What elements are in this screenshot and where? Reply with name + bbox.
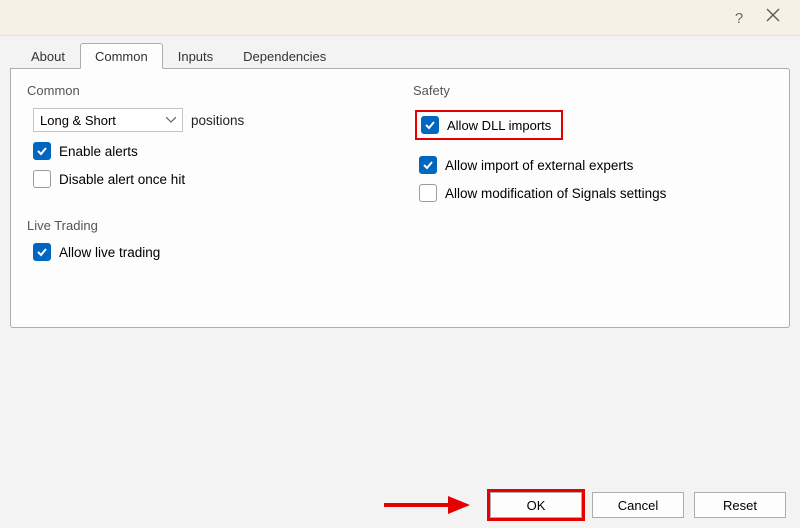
tab-bar: About Common Inputs Dependencies bbox=[10, 42, 790, 68]
tab-common[interactable]: Common bbox=[80, 43, 163, 69]
positions-label: positions bbox=[191, 113, 244, 128]
title-bar: ? bbox=[0, 0, 800, 36]
tab-inputs[interactable]: Inputs bbox=[163, 43, 228, 69]
allow-live-trading-check[interactable]: Allow live trading bbox=[33, 243, 391, 261]
checkbox-icon[interactable] bbox=[33, 170, 51, 188]
group-title-common: Common bbox=[27, 83, 391, 98]
allow-external-label: Allow import of external experts bbox=[445, 158, 633, 173]
checkbox-icon[interactable] bbox=[33, 243, 51, 261]
disable-alert-once-label: Disable alert once hit bbox=[59, 172, 185, 187]
allow-dll-highlight: Allow DLL imports bbox=[415, 110, 563, 140]
allow-external-check[interactable]: Allow import of external experts bbox=[419, 156, 777, 174]
tab-dependencies[interactable]: Dependencies bbox=[228, 43, 341, 69]
allow-signals-mod-check[interactable]: Allow modification of Signals settings bbox=[419, 184, 777, 202]
checkbox-icon[interactable] bbox=[419, 156, 437, 174]
help-icon[interactable]: ? bbox=[724, 10, 754, 28]
positions-combo[interactable]: Long & Short bbox=[33, 108, 183, 132]
close-icon[interactable] bbox=[758, 8, 788, 26]
allow-dll-label: Allow DLL imports bbox=[447, 118, 551, 133]
ok-button[interactable]: OK bbox=[490, 492, 582, 518]
enable-alerts-label: Enable alerts bbox=[59, 144, 138, 159]
right-column: Safety Allow DLL imports Allow import of… bbox=[409, 81, 777, 313]
allow-signals-mod-label: Allow modification of Signals settings bbox=[445, 186, 666, 201]
disable-alert-once-check[interactable]: Disable alert once hit bbox=[33, 170, 391, 188]
tab-about[interactable]: About bbox=[16, 43, 80, 69]
dialog-footer: OK Cancel Reset bbox=[0, 492, 800, 518]
checkbox-icon[interactable] bbox=[33, 142, 51, 160]
positions-row: Long & Short positions bbox=[33, 108, 391, 132]
arrow-annotation-icon bbox=[382, 493, 472, 517]
allow-live-trading-label: Allow live trading bbox=[59, 245, 160, 260]
left-column: Common Long & Short positions Enable ale… bbox=[23, 81, 391, 313]
checkbox-icon[interactable] bbox=[419, 184, 437, 202]
group-title-safety: Safety bbox=[413, 83, 777, 98]
dialog-body: About Common Inputs Dependencies Common … bbox=[0, 36, 800, 328]
enable-alerts-check[interactable]: Enable alerts bbox=[33, 142, 391, 160]
cancel-button[interactable]: Cancel bbox=[592, 492, 684, 518]
checkbox-icon[interactable] bbox=[421, 116, 439, 134]
tab-panel-common: Common Long & Short positions Enable ale… bbox=[10, 68, 790, 328]
reset-button[interactable]: Reset bbox=[694, 492, 786, 518]
group-title-live: Live Trading bbox=[27, 218, 391, 233]
